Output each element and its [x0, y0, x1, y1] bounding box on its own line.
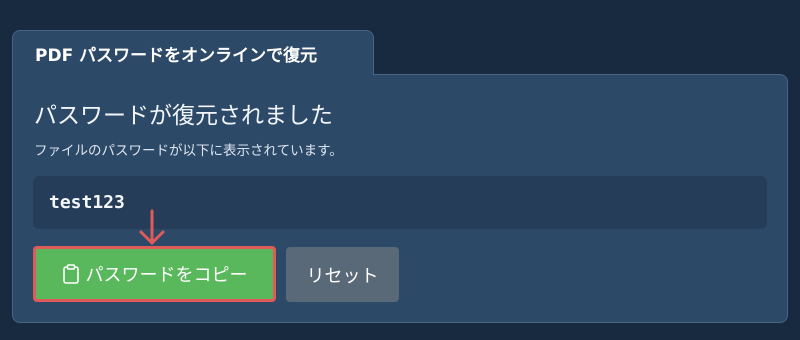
arrow-down-icon — [139, 209, 165, 245]
page: PDF パスワードをオンラインで復元 パスワードが復元されました ファイルのパス… — [0, 0, 800, 340]
copy-button-label: パスワードをコピー — [85, 265, 248, 286]
password-value: test123 — [49, 192, 125, 213]
reset-button[interactable]: リセット — [286, 247, 399, 302]
clipboard-icon — [62, 264, 80, 284]
copy-password-button[interactable]: パスワードをコピー — [33, 246, 276, 302]
result-heading: パスワードが復元されました — [34, 103, 333, 129]
reset-button-label: リセット — [306, 265, 379, 287]
tab-pdf-password-recovery[interactable]: PDF パスワードをオンラインで復元 — [12, 30, 374, 75]
result-subtitle: ファイルのパスワードが以下に表示されています。 — [34, 143, 343, 159]
result-panel: パスワードが復元されました ファイルのパスワードが以下に表示されています。 te… — [12, 74, 788, 323]
tab-title: PDF パスワードをオンラインで復元 — [35, 45, 318, 66]
